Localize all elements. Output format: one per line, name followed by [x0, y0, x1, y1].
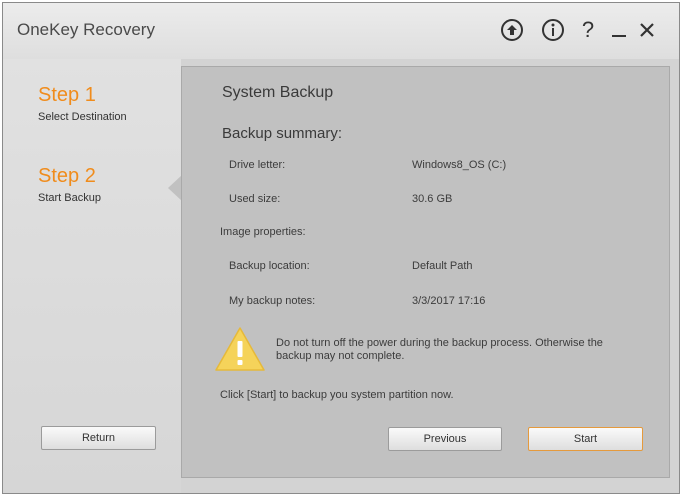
info-icon	[542, 19, 564, 41]
step-1-title: Step 1	[38, 84, 96, 106]
step-2-subtitle: Start Backup	[38, 192, 101, 204]
drive-letter-value: Windows8_OS (C:)	[412, 159, 507, 171]
warning-text-line-1: Do not turn off the power during the bac…	[276, 337, 603, 349]
image-properties-label: Image properties:	[220, 226, 306, 238]
return-button[interactable]: Return	[41, 426, 156, 450]
close-button[interactable]	[632, 15, 662, 45]
page-title: System Backup	[222, 84, 334, 101]
app-window: OneKey Recovery ? Step 1 Select Destinat…	[2, 2, 680, 494]
upload-button[interactable]	[497, 15, 527, 45]
main-panel: System Backup Backup summary: Drive lett…	[181, 66, 670, 478]
backup-notes-value: 3/3/2017 17:16	[412, 295, 486, 307]
backup-notes-label: My backup notes:	[229, 295, 316, 307]
summary-heading: Backup summary:	[222, 125, 343, 142]
step-2-title: Step 2	[38, 165, 96, 187]
used-size-label: Used size:	[229, 193, 281, 205]
info-button[interactable]	[538, 15, 568, 45]
minimize-icon	[612, 35, 626, 37]
backup-location-value: Default Path	[412, 260, 473, 272]
start-button[interactable]: Start	[528, 427, 643, 451]
active-step-pointer	[168, 175, 182, 201]
instruction-text: Click [Start] to backup you system parti…	[220, 389, 454, 401]
help-icon: ?	[581, 17, 595, 42]
drive-letter-label: Drive letter:	[229, 159, 286, 171]
previous-button[interactable]: Previous	[388, 427, 502, 451]
help-button[interactable]: ?	[573, 15, 603, 45]
warning-icon	[215, 327, 265, 371]
title-bar: OneKey Recovery ?	[3, 3, 679, 59]
used-size-value: 30.6 GB	[412, 193, 453, 205]
close-icon	[640, 23, 654, 37]
backup-location-label: Backup location:	[229, 260, 310, 272]
app-title: OneKey Recovery	[17, 20, 155, 39]
upload-icon	[501, 19, 523, 41]
warning-text-line-2: backup may not complete.	[276, 350, 405, 362]
step-1-subtitle: Select Destination	[38, 111, 127, 123]
minimize-button[interactable]	[604, 15, 634, 45]
steps-sidebar: Step 1 Select Destination Step 2 Start B…	[3, 59, 181, 493]
